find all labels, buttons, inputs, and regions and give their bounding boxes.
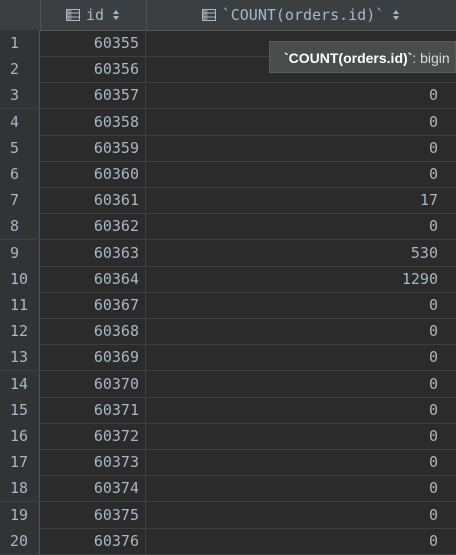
cell-count[interactable]: 0 — [146, 292, 456, 318]
cell-id[interactable]: 60373 — [40, 449, 146, 476]
row-number[interactable]: 18 — [0, 475, 40, 502]
cell-id[interactable]: 60360 — [40, 161, 146, 187]
cell-id[interactable]: 60375 — [40, 501, 146, 528]
cell-id[interactable]: 60355 — [40, 30, 146, 56]
table-row[interactable]: 12 60368 0 — [0, 318, 456, 346]
cell-count[interactable]: 17 — [146, 187, 456, 213]
table-row[interactable]: 14 60370 0 — [0, 370, 456, 398]
cell-id[interactable]: 60367 — [40, 292, 146, 318]
cell-count[interactable]: 0 — [146, 397, 456, 423]
table-column-icon — [201, 9, 216, 21]
cell-id[interactable]: 60362 — [40, 213, 146, 240]
cell-id[interactable]: 60368 — [40, 318, 146, 345]
row-number[interactable]: 4 — [0, 108, 40, 135]
table-row[interactable]: 18 60374 0 — [0, 475, 456, 503]
row-number[interactable]: 10 — [0, 265, 40, 292]
row-number[interactable]: 6 — [0, 161, 40, 187]
cell-id[interactable]: 60374 — [40, 475, 146, 502]
row-number[interactable]: 15 — [0, 396, 40, 423]
row-number[interactable]: 19 — [0, 501, 40, 528]
cell-count[interactable]: 0 — [146, 449, 456, 475]
column-type-tooltip: `COUNT(orders.id)`: bigin — [269, 41, 456, 73]
cell-id[interactable]: 60372 — [40, 423, 146, 449]
table-row[interactable]: 13 60369 0 — [0, 344, 456, 372]
table-row[interactable]: 11 60367 0 — [0, 292, 456, 319]
result-grid: id `COUNT(orders.id)` 1 60355 2 60356 3 60357… — [0, 0, 456, 555]
row-number[interactable]: 1 — [0, 30, 40, 56]
cell-id[interactable]: 60357 — [40, 82, 146, 109]
cell-count[interactable]: 0 — [146, 475, 456, 501]
cell-id[interactable]: 60358 — [40, 108, 146, 135]
table-row[interactable]: 17 60373 0 — [0, 449, 456, 477]
column-header-id[interactable]: id — [40, 0, 147, 30]
row-number[interactable]: 8 — [0, 213, 40, 240]
table-row[interactable]: 5 60359 0 — [0, 134, 456, 162]
table-row[interactable]: 9 60363 530 — [0, 239, 456, 267]
cell-count[interactable]: 0 — [146, 82, 456, 108]
sort-updown-icon[interactable] — [392, 9, 400, 21]
cell-id[interactable]: 60371 — [40, 396, 146, 423]
cell-count[interactable]: 0 — [146, 528, 456, 554]
column-header-count-label: `COUNT(orders.id)` — [221, 6, 385, 24]
table-row[interactable]: 4 60358 0 — [0, 108, 456, 136]
cell-count[interactable]: 0 — [146, 502, 456, 528]
table-row[interactable]: 6 60360 0 — [0, 161, 456, 188]
row-number-header — [0, 0, 41, 30]
grid-header: id `COUNT(orders.id)` — [0, 0, 456, 31]
table-column-icon — [65, 9, 80, 21]
table-row[interactable]: 15 60371 0 — [0, 396, 456, 424]
cell-id[interactable]: 60370 — [40, 370, 146, 397]
cell-count[interactable]: 0 — [146, 371, 456, 397]
cell-count[interactable]: 0 — [146, 109, 456, 135]
table-row[interactable]: 10 60364 1290 — [0, 265, 456, 293]
cell-count[interactable]: 0 — [146, 135, 456, 161]
row-number[interactable]: 17 — [0, 449, 40, 476]
row-number[interactable]: 12 — [0, 318, 40, 345]
cell-id[interactable]: 60361 — [40, 187, 146, 214]
column-header-id-label: id — [85, 6, 105, 24]
cell-count[interactable]: 1290 — [146, 266, 456, 292]
cell-id[interactable]: 60364 — [40, 265, 146, 292]
cell-count[interactable]: 530 — [146, 240, 456, 266]
table-row[interactable]: 19 60375 0 — [0, 501, 456, 529]
row-number[interactable]: 20 — [0, 527, 40, 554]
column-header-count[interactable]: `COUNT(orders.id)` — [146, 0, 456, 30]
tooltip-column-type: : bigin — [412, 50, 450, 66]
cell-id[interactable]: 60363 — [40, 239, 146, 266]
table-row[interactable]: 16 60372 0 — [0, 423, 456, 450]
row-number[interactable]: 11 — [0, 292, 40, 318]
cell-count[interactable]: 0 — [146, 213, 456, 239]
cell-count[interactable]: 0 — [146, 318, 456, 344]
row-number[interactable]: 14 — [0, 370, 40, 397]
row-number[interactable]: 3 — [0, 82, 40, 109]
cell-count[interactable]: 0 — [146, 161, 456, 187]
tooltip-column-name: `COUNT(orders.id)` — [284, 50, 413, 66]
table-row[interactable]: 8 60362 0 — [0, 213, 456, 241]
row-number[interactable]: 7 — [0, 187, 40, 214]
row-number[interactable]: 9 — [0, 239, 40, 266]
row-number[interactable]: 2 — [0, 56, 40, 83]
cell-id[interactable]: 60369 — [40, 344, 146, 371]
table-row[interactable]: 3 60357 0 — [0, 82, 456, 110]
row-number[interactable]: 16 — [0, 423, 40, 449]
row-number[interactable]: 5 — [0, 134, 40, 161]
table-row[interactable]: 7 60361 17 — [0, 187, 456, 215]
cell-count[interactable]: 0 — [146, 344, 456, 370]
cell-count[interactable]: 0 — [146, 423, 456, 449]
cell-id[interactable]: 60359 — [40, 134, 146, 161]
row-number[interactable]: 13 — [0, 344, 40, 371]
cell-id[interactable]: 60356 — [40, 56, 146, 83]
sort-updown-icon[interactable] — [112, 9, 120, 21]
cell-id[interactable]: 60376 — [40, 527, 146, 554]
